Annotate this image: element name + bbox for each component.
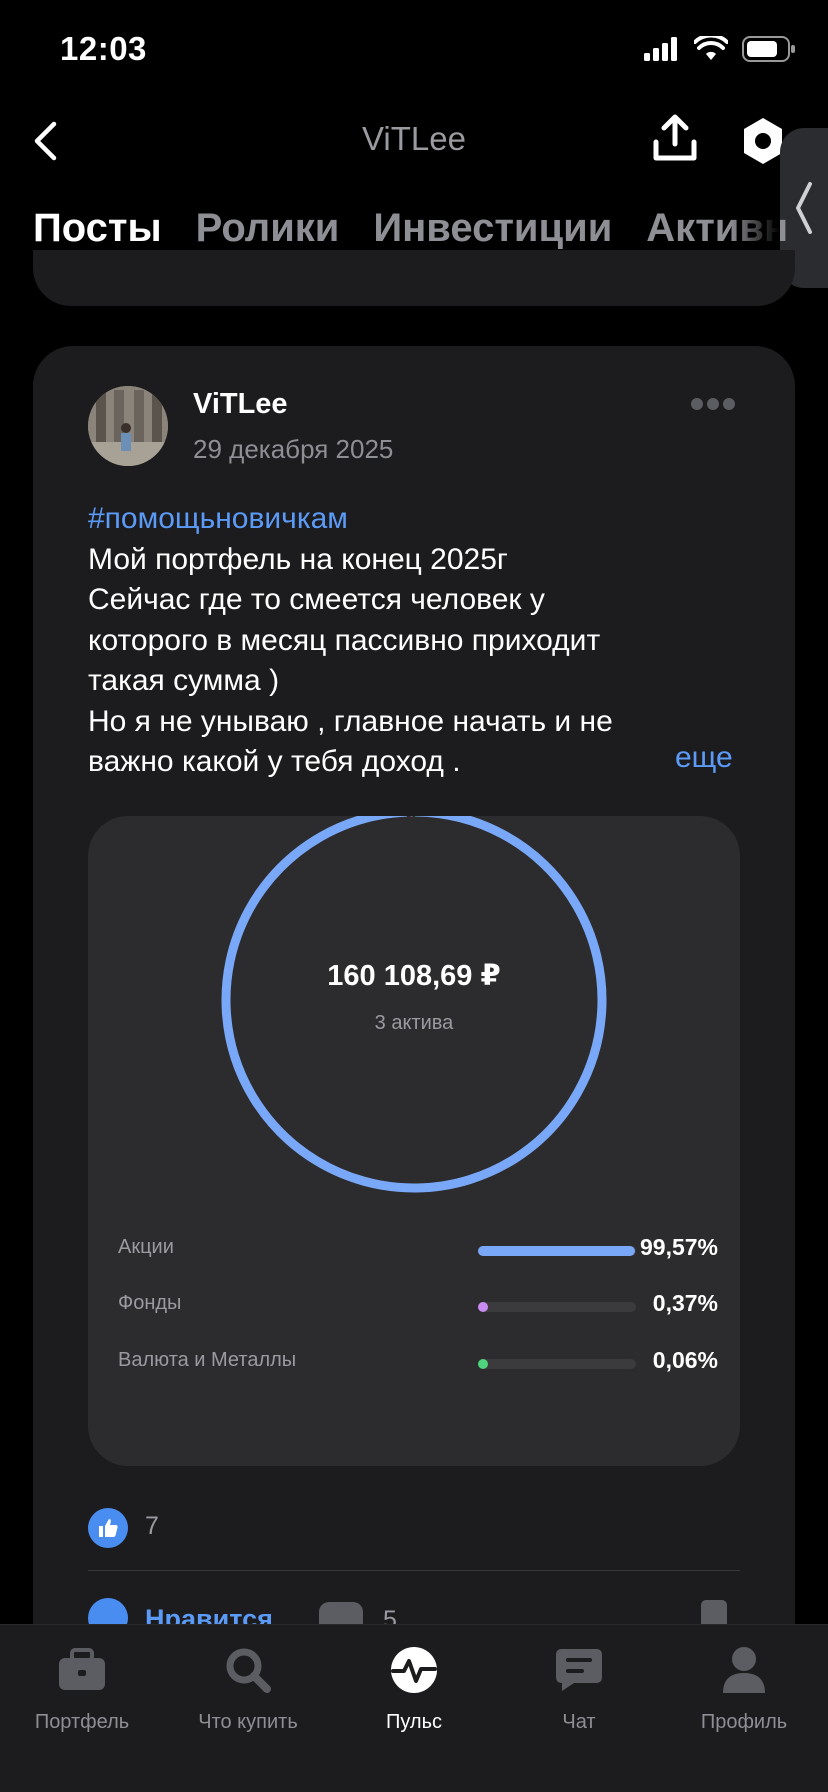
avatar-image [88, 386, 168, 466]
tabbar-item-profile[interactable]: Профиль [669, 1641, 819, 1734]
tab-posts[interactable]: Посты [33, 206, 162, 251]
post-card: ViTLee 29 декабря 2025 #помощьновичкам М… [33, 346, 795, 1746]
post-date: 29 декабря 2025 [193, 434, 394, 464]
donut-segment [221, 816, 607, 1193]
post-line: важно какой у тебя доход . [88, 745, 461, 778]
legend-value: 0,06% [652, 1347, 718, 1373]
status-bar: 12:03 [0, 0, 828, 96]
portfolio-total: 160 108,69 ₽ [327, 960, 501, 992]
tabbar-item-portfolio[interactable]: Портфель [7, 1641, 157, 1734]
profile-icon [723, 1647, 765, 1693]
cellular-signal-icon [644, 37, 677, 61]
status-time: 12:03 [60, 30, 147, 67]
tabbar-label: Портфель [34, 1711, 130, 1733]
share-icon [653, 114, 697, 161]
status-icons [644, 36, 796, 62]
divider [88, 1570, 740, 1571]
tabbar-item-what-to-buy[interactable]: Что купить [173, 1641, 323, 1734]
legend-row: Акции 99,57% [118, 1234, 718, 1266]
dot-icon [691, 398, 703, 410]
legend-label: Фонды [118, 1292, 182, 1314]
post-line: Мой портфель на конец 2025г [88, 542, 508, 576]
tab-investments[interactable]: Инвестиции [373, 206, 612, 251]
likes-count: 7 [145, 1512, 159, 1540]
legend-label: Акции [118, 1236, 174, 1258]
chevron-left-icon [796, 182, 812, 234]
legend-bar-track [478, 1302, 636, 1312]
thumbs-up-icon [99, 1519, 118, 1537]
pulse-icon [391, 1647, 437, 1693]
tabbar-label: Пульс [385, 1711, 443, 1733]
read-more-link[interactable]: еще [675, 741, 733, 775]
tabbar-label: Профиль [700, 1711, 788, 1733]
portfolio-chart-card[interactable]: 160 108,69 ₽ 3 актива Акции 99,57% Фонды 0,… [88, 816, 740, 1466]
legend-bar-fill [478, 1302, 488, 1312]
like-count-icon [88, 1508, 128, 1548]
legend-value: 99,57% [639, 1234, 718, 1260]
portfolio-assets-count: 3 актива [374, 1012, 454, 1034]
previous-post-card [33, 250, 795, 306]
post-line: Но я не унываю , главное начать и не [88, 704, 613, 738]
bottom-tab-bar: Портфель Что купить Пульс Чат Профиль [0, 1624, 828, 1792]
dot-icon [707, 398, 719, 410]
briefcase-icon [59, 1648, 105, 1690]
share-button[interactable] [652, 114, 702, 168]
legend-bar-fill [478, 1246, 636, 1256]
post-line: такая сумма ) [88, 664, 280, 697]
dot-icon [723, 398, 735, 410]
post-text: #помощьновичкам Мой портфель на конец 20… [88, 499, 768, 783]
portfolio-donut-chart [221, 816, 607, 1193]
profile-tabs: Посты Ролики Инвестиции Активн [33, 206, 788, 251]
post-author[interactable]: ViTLee [193, 388, 288, 421]
legend-label: Валюта и Металлы [118, 1349, 297, 1371]
legend-row: Валюта и Металлы 0,06% [118, 1347, 718, 1379]
wifi-icon [694, 36, 728, 60]
battery-icon [742, 36, 795, 62]
legend-bar-track [478, 1359, 636, 1369]
nav-bar: ViTLee [0, 96, 828, 186]
tab-videos[interactable]: Ролики [196, 206, 340, 251]
tabbar-item-chat[interactable]: Чат [504, 1641, 654, 1734]
legend-bar-fill [478, 1359, 488, 1369]
tabbar-label: Что купить [198, 1711, 298, 1733]
nav-title: ViTLee [362, 120, 466, 157]
tabbar-item-pulse[interactable]: Пульс [339, 1641, 489, 1734]
legend-value: 0,37% [652, 1290, 718, 1316]
tabbar-label: Чат [562, 1711, 596, 1733]
legend-bar-track [478, 1246, 636, 1256]
more-options-button[interactable] [691, 398, 735, 410]
post-hashtag[interactable]: #помощьновичкам [88, 499, 768, 540]
post-line: Сейчас где то смеется человек у [88, 583, 545, 616]
legend-row: Фонды 0,37% [118, 1290, 718, 1322]
chat-icon [556, 1649, 602, 1691]
search-icon [226, 1648, 271, 1693]
post-line: которого в месяц пассивно приходит [88, 623, 601, 657]
avatar[interactable] [88, 386, 168, 466]
